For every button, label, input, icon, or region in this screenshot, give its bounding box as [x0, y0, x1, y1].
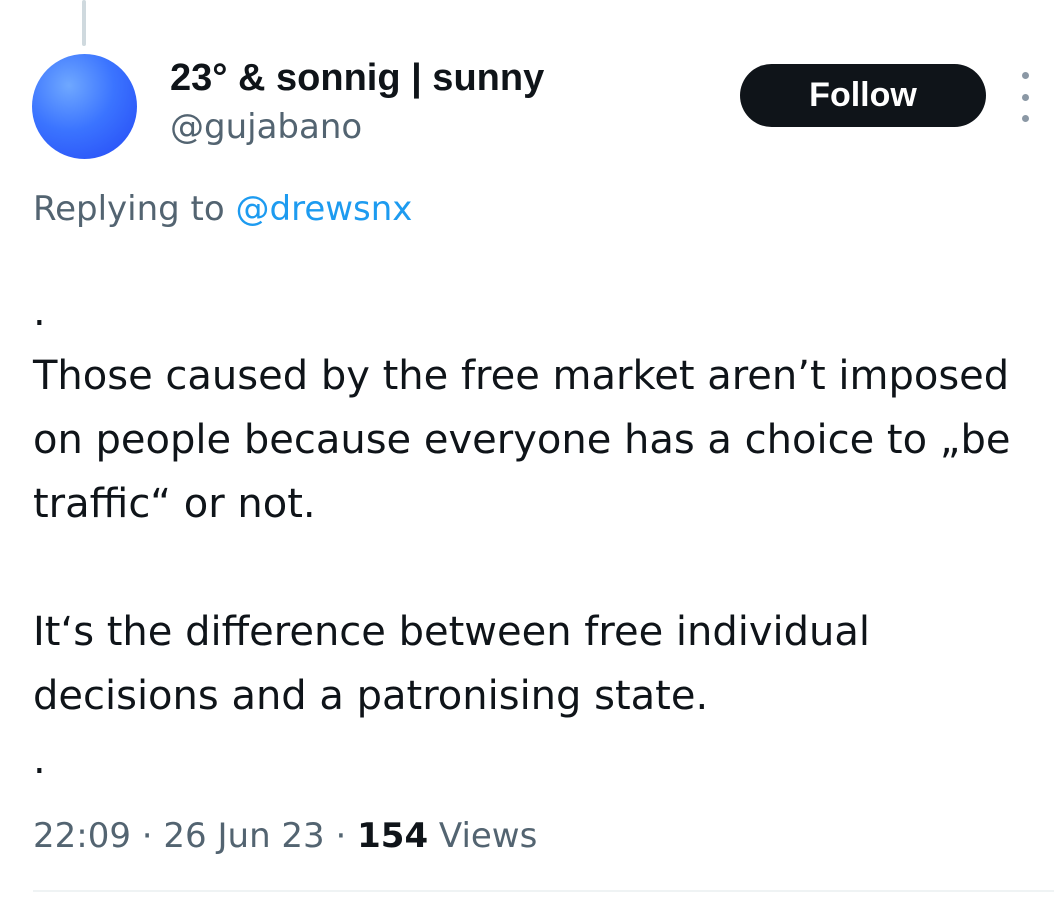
tweet-time[interactable]: 22:09 [33, 816, 131, 856]
meta-separator: · [324, 816, 358, 856]
tweet-line: Those caused by the free market aren’t i… [33, 353, 1011, 527]
tweet-line: It‘s the difference between free individ… [33, 609, 871, 719]
replying-to-label: Replying to [33, 189, 236, 229]
more-vertical-icon[interactable] [1010, 72, 1040, 122]
views-count[interactable]: 154 [357, 816, 428, 856]
meta-separator: · [130, 816, 164, 856]
avatar[interactable] [32, 54, 137, 159]
more-dot [1021, 72, 1029, 79]
more-dot [1021, 115, 1029, 122]
reply-mention-link[interactable]: @drewsnx [236, 189, 413, 229]
replying-to: Replying to @drewsnx [33, 188, 412, 230]
views-label[interactable]: Views [428, 816, 537, 856]
tweet-date[interactable]: 26 Jun 23 [163, 816, 324, 856]
tweet-line: . [33, 737, 46, 783]
more-dot [1021, 93, 1029, 101]
author-display-name[interactable]: 23° & sonnig | sunny [170, 56, 544, 100]
follow-button[interactable]: Follow [740, 64, 986, 127]
tweet-text: . Those caused by the free market aren’t… [33, 280, 1043, 792]
divider [33, 890, 1054, 892]
tweet-line: . [33, 289, 46, 335]
author-handle[interactable]: @gujabano [170, 106, 362, 148]
thread-connector-line [82, 0, 86, 46]
tweet-meta: 22:09 · 26 Jun 23 · 154 Views [33, 814, 537, 858]
tweet-line [33, 536, 1043, 600]
